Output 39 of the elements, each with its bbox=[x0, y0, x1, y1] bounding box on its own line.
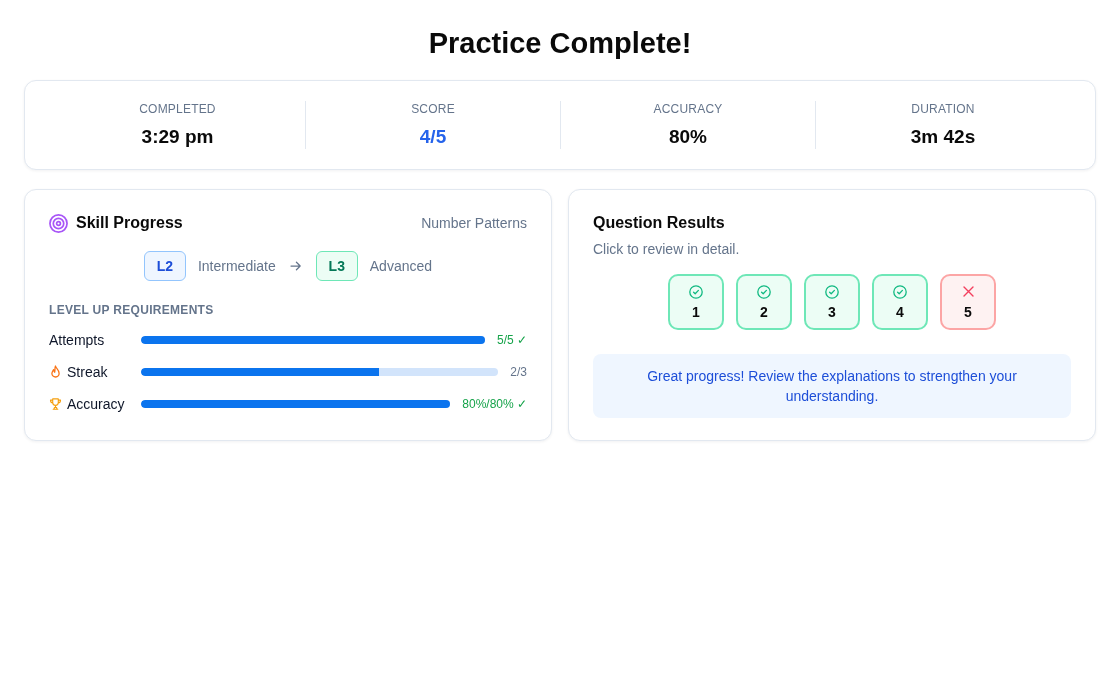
requirement-value: 5/5 ✓ bbox=[497, 333, 527, 347]
card-title: Question Results bbox=[593, 213, 726, 233]
stat-value: 3m 42s bbox=[910, 125, 976, 149]
stat-value: 80% bbox=[669, 125, 707, 149]
skill-topic: Number Patterns bbox=[421, 215, 527, 231]
check-circle-icon bbox=[689, 284, 703, 299]
level-name: Intermediate bbox=[197, 258, 276, 274]
check-circle-icon bbox=[893, 284, 907, 299]
level-name: Advanced bbox=[369, 258, 433, 274]
level-badge: L3 bbox=[315, 251, 358, 281]
stat-label: SCORE bbox=[411, 101, 455, 117]
section-heading: LEVEL UP REQUIREMENTS bbox=[49, 303, 215, 317]
stat-value: 3:29 pm bbox=[141, 125, 214, 149]
trophy-icon bbox=[49, 397, 62, 411]
arrow-right-icon bbox=[289, 261, 302, 271]
requirement-label: Accuracy bbox=[67, 396, 125, 412]
stat-label: DURATION bbox=[911, 101, 975, 117]
requirement-value: 2/3 bbox=[510, 365, 527, 379]
question-button[interactable]: 3 bbox=[804, 274, 860, 330]
requirement-value: 80%/80% ✓ bbox=[462, 397, 527, 411]
question-button[interactable]: 2 bbox=[736, 274, 792, 330]
cross-icon bbox=[962, 285, 974, 297]
check-circle-icon bbox=[825, 284, 839, 299]
level-badge: L2 bbox=[143, 251, 186, 281]
feedback-message: Great progress! Review the explanations to strengthen your understanding. bbox=[593, 354, 1071, 418]
requirement-label: Attempts bbox=[49, 332, 105, 348]
card-subtitle: Click to review in detail. bbox=[593, 241, 741, 257]
stat-label: ACCURACY bbox=[653, 101, 723, 117]
question-button[interactable]: 1 bbox=[668, 274, 724, 330]
stat-label: COMPLETED bbox=[139, 101, 216, 117]
target-icon bbox=[49, 213, 68, 233]
page-title: Practice Complete! bbox=[428, 26, 692, 60]
requirement-label: Streak bbox=[67, 364, 108, 380]
question-button[interactable]: 5 bbox=[940, 274, 996, 330]
card-title: Skill Progress bbox=[76, 213, 183, 233]
stat-value: 4/5 bbox=[419, 125, 447, 149]
flame-icon bbox=[49, 365, 62, 379]
question-button[interactable]: 4 bbox=[872, 274, 928, 330]
check-circle-icon bbox=[757, 284, 771, 299]
